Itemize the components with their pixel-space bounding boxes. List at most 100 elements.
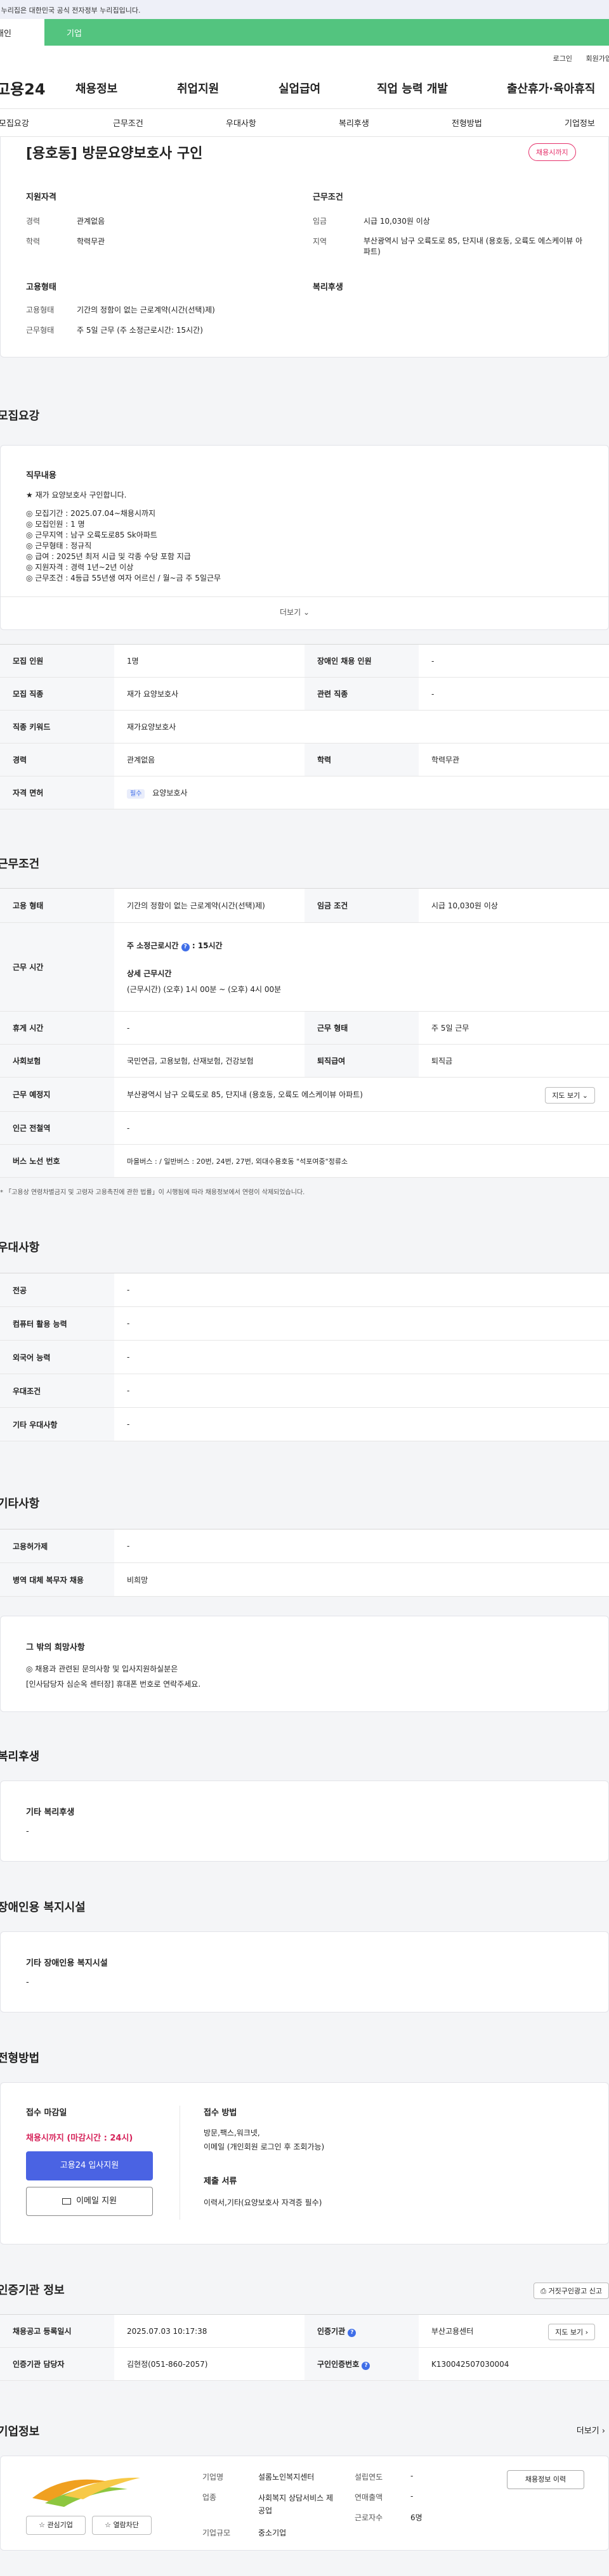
table-cell: - — [114, 1111, 609, 1145]
age-notice: * 「고용상 연령차별금지 및 고령자 고용촉진에 관한 법률」이 시행됨에 따… — [0, 1189, 305, 1196]
table-cell: 부산고용센터 지도 보기 › — [419, 2314, 609, 2348]
company-name-value: 설롬노인복지센터 — [258, 2473, 315, 2482]
agency-map-label: 지도 보기 — [555, 2328, 584, 2336]
table-row: 모집 인원 1명 장애인 채용 인원 - — [0, 644, 609, 678]
site-logo[interactable]: 고용24 — [0, 77, 75, 99]
table-header: 고용 형태 — [0, 888, 114, 923]
apply-button-label: 고용24 입사지원 — [60, 2161, 119, 2170]
welfare-card: 기타 복리후생 - — [0, 1781, 609, 1862]
company-industry-label: 업종 — [202, 2493, 217, 2502]
table-cell: 재가요양보호사 — [114, 710, 609, 744]
table-row: 휴게 시간 - 근무 형태 주 5일 근무 — [0, 1011, 609, 1045]
disabled-box-value: - — [26, 1978, 29, 1987]
work-section-title: 근무조건 — [0, 858, 40, 871]
table-row: 고용허가제 - — [0, 1529, 609, 1563]
duty-title: 직무내용 — [26, 471, 56, 480]
table-row: 경력 관계없음 학력 학력무관 — [0, 743, 609, 776]
table-row: 고용 형태 기간의 정함이 없는 근로계약(시간(선택)제) 임금 조건 시급 … — [0, 888, 609, 923]
info-icon[interactable]: ? — [181, 943, 190, 951]
table-row: 전공 - — [0, 1273, 609, 1307]
nav-menu-skills[interactable]: 직업 능력 개발 — [377, 80, 507, 96]
agency-section-title: 인증기관 정보 — [0, 2284, 65, 2297]
qualification-career-label: 경력 — [26, 217, 41, 226]
nav-menu-parental-leave[interactable]: 출산휴가·육아휴직 — [507, 80, 595, 96]
table-cell: - — [114, 1306, 609, 1341]
company-section-title: 기업정보 — [0, 2425, 40, 2438]
table-header: 자격 면허 — [0, 776, 114, 809]
tab-individual[interactable]: 개인 — [0, 19, 44, 46]
info-icon[interactable]: ? — [348, 2328, 357, 2337]
table-header: 휴게 시간 — [0, 1011, 114, 1045]
welfare-summary-title: 복리후생 — [313, 283, 343, 292]
table-cell: - — [419, 644, 609, 678]
block-company-label: 열람차단 — [113, 2521, 139, 2529]
method-value: 이메일 (개인회원 로그인 후 조회가능) — [204, 2142, 325, 2151]
table-header: 우대조건 — [0, 1374, 114, 1408]
table-header: 관련 직종 — [304, 677, 419, 711]
hope-line: ◎ 채용과 관련된 문의사항 및 입사지원하실분은 — [26, 1665, 178, 1673]
nav-menu-jobs[interactable]: 채용정보 — [75, 80, 177, 96]
table-cell: 주 5일 근무 — [419, 1011, 609, 1045]
section-subnav: 모집요강 근무조건 우대사항 복리후생 전형방법 기업정보 — [0, 109, 609, 137]
work-type-label: 근무형태 — [26, 326, 55, 335]
company-logo-graphic — [32, 2477, 140, 2507]
etc-table: 고용허가제 - 병역 대체 복무자 채용 비희망 — [0, 1529, 609, 1597]
table-header: 학력 — [304, 743, 419, 776]
duty-line: ◎ 모집인원 : 1 명 — [26, 520, 85, 529]
qualification-education-value: 학력무관 — [77, 237, 105, 246]
agency-map-button[interactable]: 지도 보기 › — [548, 2324, 595, 2340]
condition-title: 근무조건 — [313, 193, 343, 202]
subnav-company[interactable]: 기업정보 — [565, 117, 595, 129]
subnav-preference[interactable]: 우대사항 — [226, 117, 339, 129]
subnav-conditions[interactable]: 근무조건 — [113, 117, 226, 129]
job-summary-card: [용호동] 방문요양보호사 구인 채용시까지 지원자격 경력 관계없음 학력 학… — [0, 137, 609, 357]
email-apply-button[interactable]: 이메일 지원 — [26, 2187, 153, 2216]
table-cell: 비희망 — [114, 1562, 609, 1597]
info-icon[interactable]: ? — [362, 2361, 370, 2370]
signup-link[interactable]: 회원가입 — [586, 55, 609, 63]
interest-company-button[interactable]: ☆ 관심기업 — [26, 2516, 86, 2535]
agency-label: 인증기관 — [317, 2326, 346, 2336]
subnav-process[interactable]: 전형방법 — [452, 117, 565, 129]
nav-menu-unemployment-benefit[interactable]: 실업급여 — [278, 80, 377, 96]
deadline-value: 채용시까지 (마감시간 : 24시) — [26, 2134, 133, 2143]
fake-ad-report-button[interactable]: ⎙ 거짓구인광고 신고 — [534, 2283, 609, 2299]
work-hours-label: 주 소정근로시간 — [127, 941, 179, 950]
utility-links: 로그인 회원가입 — [0, 46, 609, 67]
subnav-welfare[interactable]: 복리후생 — [339, 117, 452, 129]
table-header: 장애인 채용 인원 — [304, 644, 419, 678]
table-cell: 재가 요양보호사 — [114, 677, 304, 711]
subnav-recruit[interactable]: 모집요강 — [0, 117, 113, 129]
table-row: 사회보험 국민연금, 고용보험, 산재보험, 건강보험 퇴직급여 퇴직금 — [0, 1044, 609, 1078]
table-header: 근무 형태 — [304, 1011, 419, 1045]
deadline-title: 접수 마감일 — [26, 2108, 67, 2118]
user-type-tabs: 개인 기업 — [0, 19, 609, 46]
table-cell: - — [114, 1273, 609, 1307]
etc-section-title: 기타사항 — [0, 1497, 40, 1510]
table-cell: 퇴직금 — [419, 1044, 609, 1078]
welfare-section-title: 복리후생 — [0, 1750, 40, 1763]
work-type-value: 주 5일 근무 (주 소정근로시간: 15시간) — [77, 326, 203, 335]
nav-menu-employment-support[interactable]: 취업지원 — [177, 80, 278, 96]
block-company-button[interactable]: ☆ 열람차단 — [92, 2516, 152, 2535]
qualification-education-label: 학력 — [26, 237, 41, 246]
apply-button[interactable]: 고용24 입사지원 — [26, 2151, 153, 2180]
agency-header: 인증기관 정보 ⎙ 거짓구인광고 신고 — [0, 2281, 609, 2314]
jobs-history-button[interactable]: 채용정보 이력 — [507, 2470, 584, 2489]
table-header: 근무 예정지 — [0, 1077, 114, 1112]
table-cell: - — [114, 1374, 609, 1408]
duty-more-button[interactable]: 더보기 ⌄ — [280, 607, 310, 617]
employment-title: 고용형태 — [26, 283, 56, 292]
work-map-button[interactable]: 지도 보기 ⌄ — [545, 1087, 595, 1104]
method-value: 방문,팩스,워크넷, — [204, 2128, 260, 2137]
table-cell: 기간의 정함이 없는 근로계약(시간(선택)제) — [114, 888, 304, 923]
duty-line: ◎ 지원자격 : 경력 1년~2년 이상 — [26, 563, 134, 572]
condition-region-label: 지역 — [313, 237, 327, 246]
welfare-box-title: 기타 복리후생 — [26, 1808, 75, 1817]
login-link[interactable]: 로그인 — [553, 55, 572, 63]
tab-corporate[interactable]: 기업 — [44, 19, 609, 46]
hope-line: [인사담당자 심순옥 센터장] 휴대폰 번호로 연락주세요. — [26, 1680, 201, 1689]
company-more-link[interactable]: 더보기 › — [577, 2424, 605, 2436]
chevron-down-icon: ⌄ — [582, 1092, 588, 1100]
table-header: 전공 — [0, 1273, 114, 1307]
